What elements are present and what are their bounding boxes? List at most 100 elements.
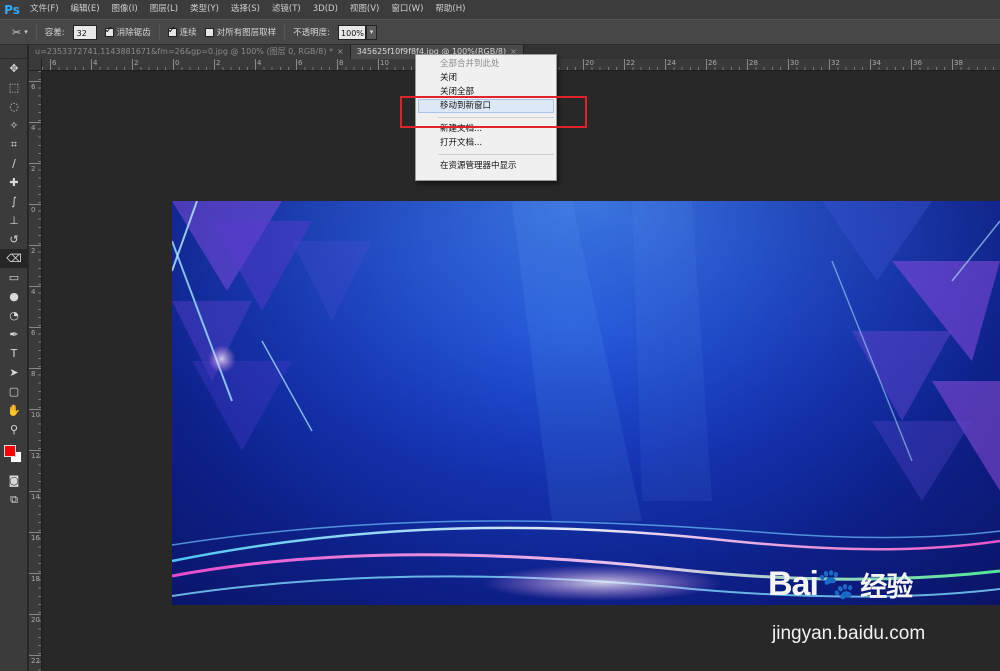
ruler-tick xyxy=(214,59,215,70)
close-icon[interactable]: × xyxy=(337,45,344,59)
toolbox: ✥ ⬚ ◌ ✧ ⌗ ∕ ✚ ∫ ⊥ ↺ ⌫ ▭ ● ◔ ✒ T ➤ ▢ ✋ ⚲ … xyxy=(0,45,28,671)
move-tool-icon[interactable]: ✥ xyxy=(0,59,28,78)
marquee-tool-icon[interactable]: ⬚ xyxy=(0,78,28,97)
zoom-tool-icon[interactable]: ⚲ xyxy=(0,420,28,439)
healing-brush-tool-icon[interactable]: ✚ xyxy=(0,173,28,192)
document-image[interactable] xyxy=(172,201,1000,605)
ruler-label: 12 xyxy=(31,452,40,460)
ruler-tick xyxy=(132,59,133,70)
menu-separator xyxy=(438,154,554,155)
context-menu-item[interactable]: 在资源管理器中显示 xyxy=(416,159,556,173)
ruler-tick xyxy=(583,59,584,70)
ruler-tick xyxy=(29,532,41,533)
ruler-label: 24 xyxy=(667,59,676,67)
ruler-tick xyxy=(29,450,41,451)
ruler-label: 6 xyxy=(52,59,57,67)
menu-help[interactable]: 帮助(H) xyxy=(429,0,471,19)
type-tool-icon[interactable]: T xyxy=(0,344,28,363)
antialias-checkbox[interactable]: 消除锯齿 xyxy=(104,25,151,38)
ruler-label: 4 xyxy=(31,288,36,296)
chevron-down-icon[interactable]: ▾ xyxy=(366,24,378,40)
tolerance-input[interactable]: 32 xyxy=(72,24,97,40)
checkbox-checked[interactable] xyxy=(167,25,177,37)
menu-select[interactable]: 选择(S) xyxy=(225,0,266,19)
ruler-tick xyxy=(378,59,379,70)
divider xyxy=(35,24,37,40)
menu-3d[interactable]: 3D(D) xyxy=(307,0,344,19)
dodge-tool-icon[interactable]: ◔ xyxy=(0,306,28,325)
foreground-color-swatch[interactable] xyxy=(4,445,16,457)
blur-tool-icon[interactable]: ● xyxy=(0,287,28,306)
context-menu-item[interactable]: 打开文档... xyxy=(416,136,556,150)
ruler-tick xyxy=(29,614,41,615)
hand-tool-icon[interactable]: ✋ xyxy=(0,401,28,420)
vertical-ruler[interactable]: 6 4 2 0 2 4 6 8 10 12 14 16 18 20 22 xyxy=(29,71,42,671)
ruler-corner[interactable] xyxy=(29,59,42,71)
ruler-tick xyxy=(29,655,41,656)
ruler-label: 8 xyxy=(31,370,36,378)
menu-view[interactable]: 视图(V) xyxy=(344,0,385,19)
color-swatches xyxy=(0,439,27,471)
eraser-tool-icon[interactable]: ⌫ xyxy=(0,249,28,268)
ruler-tick xyxy=(624,59,625,70)
menu-bar: Ps 文件(F) 编辑(E) 图像(I) 图层(L) 类型(Y) 选择(S) 滤… xyxy=(0,0,1000,19)
ruler-label: 0 xyxy=(31,206,36,214)
ruler-label: 6 xyxy=(31,83,36,91)
clone-stamp-tool-icon[interactable]: ⊥ xyxy=(0,211,28,230)
menu-window[interactable]: 窗口(W) xyxy=(385,0,429,19)
menu-type[interactable]: 类型(Y) xyxy=(184,0,225,19)
checkbox-unchecked[interactable] xyxy=(204,27,214,37)
sample-all-layers-checkbox[interactable]: 对所有图层取样 xyxy=(204,26,276,38)
quick-selection-tool-icon[interactable]: ✧ xyxy=(0,116,28,135)
history-brush-tool-icon[interactable]: ↺ xyxy=(0,230,28,249)
ruler-label: 34 xyxy=(872,59,881,67)
lasso-tool-icon[interactable]: ◌ xyxy=(0,97,28,116)
tool-preset-picker[interactable]: ✂ ▾ xyxy=(12,26,28,39)
ruler-label: 30 xyxy=(790,59,799,67)
document-tab[interactable]: u=2353372741,1143881671&fm=26&gp=0.jpg @… xyxy=(29,45,351,59)
ruler-label: 20 xyxy=(31,616,40,624)
context-menu-item[interactable]: 关闭 xyxy=(416,71,556,85)
menu-image[interactable]: 图像(I) xyxy=(106,0,144,19)
ruler-tick xyxy=(337,59,338,70)
ruler-label: 6 xyxy=(31,329,36,337)
ruler-tick xyxy=(747,59,748,70)
baidu-jingyan-watermark: Bai 🐾 经验 jingyan.baidu.com xyxy=(768,565,1000,665)
tolerance-label: 容差: xyxy=(44,28,65,38)
menu-filter[interactable]: 滤镜(T) xyxy=(266,0,307,19)
eyedropper-tool-icon[interactable]: ∕ xyxy=(0,154,28,173)
context-menu-item[interactable]: 全部合并到此处 xyxy=(416,57,556,71)
rectangle-tool-icon[interactable]: ▢ xyxy=(0,382,28,401)
quick-mask-icon[interactable]: ◙ xyxy=(0,471,28,490)
path-selection-tool-icon[interactable]: ➤ xyxy=(0,363,28,382)
contiguous-checkbox[interactable]: 连续 xyxy=(167,25,197,38)
gradient-tool-icon[interactable]: ▭ xyxy=(0,268,28,287)
ruler-label: 4 xyxy=(93,59,98,67)
opacity-dropdown[interactable]: 100% ▾ xyxy=(338,24,378,40)
ruler-tick xyxy=(173,59,174,70)
menu-layer[interactable]: 图层(L) xyxy=(144,0,184,19)
options-bar: ✂ ▾ 容差: 32 消除锯齿 连续 对所有图层取样 不透明度: 100% ▾ xyxy=(0,19,1000,45)
ruler-label: 10 xyxy=(31,411,40,419)
ruler-label: 28 xyxy=(749,59,758,67)
ruler-label: 16 xyxy=(31,534,40,542)
screen-mode-icon[interactable]: ⧉ xyxy=(0,490,28,509)
crop-tool-icon[interactable]: ⌗ xyxy=(0,135,28,154)
ruler-tick xyxy=(788,59,789,70)
ruler-tick xyxy=(29,245,41,246)
menu-edit[interactable]: 编辑(E) xyxy=(65,0,106,19)
toolbox-grip[interactable] xyxy=(0,45,27,59)
ruler-tick xyxy=(296,59,297,70)
menu-file[interactable]: 文件(F) xyxy=(24,0,65,19)
checkbox-checked[interactable] xyxy=(104,25,114,37)
ruler-tick xyxy=(29,368,41,369)
ruler-label: 4 xyxy=(257,59,262,67)
opacity-value[interactable]: 100% xyxy=(338,24,367,40)
ruler-tick xyxy=(29,122,41,123)
annotation-highlight-box xyxy=(400,96,587,128)
ruler-label: 26 xyxy=(708,59,717,67)
pen-tool-icon[interactable]: ✒ xyxy=(0,325,28,344)
ruler-label: 6 xyxy=(298,59,303,67)
brush-tool-icon[interactable]: ∫ xyxy=(0,192,28,211)
photoshop-logo: Ps xyxy=(4,2,20,17)
